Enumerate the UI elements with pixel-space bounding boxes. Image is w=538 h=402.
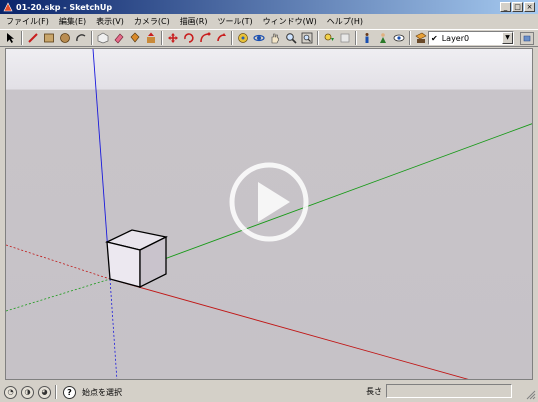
checkmark-icon: ✔ bbox=[431, 33, 438, 43]
next-view-icon[interactable] bbox=[338, 31, 352, 45]
cube-front-face[interactable] bbox=[106, 241, 141, 288]
push-pull-icon[interactable] bbox=[144, 31, 158, 45]
menu-help[interactable]: ヘルプ(H) bbox=[327, 16, 363, 27]
toolbar-separator bbox=[161, 31, 163, 45]
select-icon[interactable] bbox=[4, 31, 18, 45]
zoom-extents-icon[interactable] bbox=[300, 31, 314, 45]
menu-bar: ファイル(F) 編集(E) 表示(V) カメラ(C) 描画(R) ツール(T) … bbox=[0, 14, 538, 28]
geolocation-icon[interactable]: ◔ bbox=[4, 385, 17, 399]
previous-view-icon[interactable] bbox=[322, 31, 336, 45]
follow-me-icon[interactable] bbox=[198, 31, 212, 45]
walk-icon[interactable] bbox=[360, 31, 374, 45]
menu-file[interactable]: ファイル(F) bbox=[6, 16, 49, 27]
menu-window[interactable]: ウィンドウ(W) bbox=[263, 16, 317, 27]
measurements-label: 長さ bbox=[366, 387, 382, 396]
pan-icon[interactable] bbox=[268, 31, 282, 45]
layer-value: Layer0 bbox=[441, 33, 470, 43]
look-around-icon[interactable] bbox=[392, 31, 406, 45]
measurements-input[interactable] bbox=[386, 384, 512, 398]
eraser-icon[interactable] bbox=[112, 31, 126, 45]
title-bar: 01-20.skp - SketchUp _ □ × bbox=[0, 0, 538, 14]
paint-bucket-icon[interactable] bbox=[128, 31, 142, 45]
scale-icon[interactable] bbox=[214, 31, 228, 45]
zoom-icon[interactable] bbox=[284, 31, 298, 45]
status-separator bbox=[55, 385, 57, 399]
menu-view[interactable]: 表示(V) bbox=[96, 16, 124, 27]
help-icon[interactable]: ? bbox=[63, 385, 76, 399]
make-component-icon[interactable] bbox=[96, 31, 110, 45]
toolbar-separator bbox=[355, 31, 357, 45]
drawing-viewport[interactable] bbox=[5, 48, 533, 380]
menu-edit[interactable]: 編集(E) bbox=[59, 16, 86, 27]
toolbar-separator bbox=[91, 31, 93, 45]
red-axis-negative bbox=[6, 244, 111, 280]
layers-manager-icon[interactable] bbox=[520, 32, 534, 45]
toolbar-separator bbox=[21, 31, 23, 45]
play-icon[interactable] bbox=[258, 182, 290, 222]
sketchup-app-icon bbox=[3, 2, 13, 12]
menu-camera[interactable]: カメラ(C) bbox=[134, 16, 170, 27]
chevron-down-icon[interactable]: ▼ bbox=[502, 32, 513, 44]
rectangle-icon[interactable] bbox=[42, 31, 56, 45]
red-axis bbox=[109, 278, 469, 379]
credits-icon[interactable]: ◑ bbox=[21, 385, 34, 399]
move-icon[interactable] bbox=[166, 31, 180, 45]
main-toolbar: ✔ Layer0 ▼ bbox=[0, 29, 538, 47]
tape-measure-icon[interactable] bbox=[236, 31, 250, 45]
orbit-icon[interactable] bbox=[252, 31, 266, 45]
menu-draw[interactable]: 描画(R) bbox=[180, 16, 208, 27]
rotate-icon[interactable] bbox=[182, 31, 196, 45]
user-icon[interactable]: ◕ bbox=[38, 385, 51, 399]
close-button[interactable]: × bbox=[524, 2, 535, 12]
blue-axis-negative bbox=[109, 278, 118, 379]
toolbar-separator bbox=[409, 31, 411, 45]
position-camera-icon[interactable] bbox=[376, 31, 390, 45]
toolbar-separator bbox=[317, 31, 319, 45]
maximize-button[interactable]: □ bbox=[512, 2, 523, 12]
section-plane-icon[interactable] bbox=[414, 31, 428, 45]
green-axis-negative bbox=[6, 278, 111, 312]
toolbar-separator bbox=[231, 31, 233, 45]
green-axis bbox=[109, 123, 532, 280]
resize-grip-icon[interactable] bbox=[524, 388, 536, 400]
layer-dropdown[interactable]: ✔ Layer0 ▼ bbox=[428, 31, 514, 45]
model-scene bbox=[6, 49, 532, 379]
pencil-icon[interactable] bbox=[26, 31, 40, 45]
play-button-overlay[interactable] bbox=[229, 162, 309, 242]
window-title: 01-20.skp - SketchUp bbox=[16, 2, 113, 12]
circle-icon[interactable] bbox=[58, 31, 72, 45]
minimize-button[interactable]: _ bbox=[500, 2, 511, 12]
menu-tools[interactable]: ツール(T) bbox=[218, 16, 253, 27]
status-message: 始点を選択 bbox=[82, 387, 122, 397]
arc-icon[interactable] bbox=[74, 31, 88, 45]
